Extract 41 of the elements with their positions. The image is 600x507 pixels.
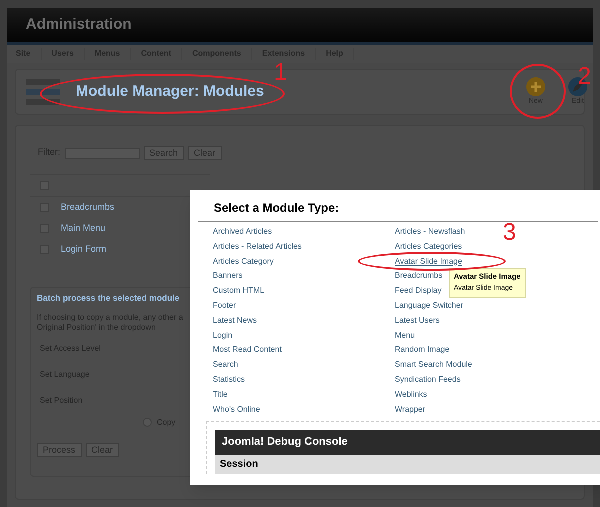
- module-type-link[interactable]: Search: [213, 359, 238, 370]
- module-type-link[interactable]: Banners: [213, 270, 243, 282]
- module-type-link[interactable]: Avatar Slide Image: [395, 256, 462, 267]
- modal-title: Select a Module Type:: [214, 201, 340, 215]
- header-title: Administration: [26, 14, 132, 35]
- annotation-ellipse: [510, 64, 566, 119]
- module-type-link[interactable]: Smart Search Module: [395, 359, 472, 370]
- module-type-link[interactable]: Footer: [213, 300, 236, 311]
- debug-console-title: Joomla! Debug Console: [222, 434, 348, 450]
- module-type-link[interactable]: Menu: [395, 330, 416, 341]
- module-type-link[interactable]: Weblinks: [395, 388, 428, 400]
- module-type-link[interactable]: Most Read Content: [213, 344, 282, 356]
- plus-icon: [526, 76, 546, 97]
- page-title: Module Manager: Modules: [76, 82, 264, 102]
- module-type-link[interactable]: Latest News: [213, 314, 258, 326]
- annotation-number: 2: [578, 64, 592, 90]
- module-link[interactable]: Main Menu: [61, 222, 106, 236]
- debug-section-title: Session: [220, 458, 258, 472]
- module-type-link[interactable]: Random Image: [395, 344, 450, 356]
- module-type-link[interactable]: Articles Categories: [395, 240, 462, 252]
- module-type-link[interactable]: Archived Articles: [213, 226, 272, 237]
- module-type-link[interactable]: Custom HTML: [213, 285, 265, 296]
- list-icon: [26, 77, 60, 107]
- module-type-link[interactable]: Articles Category: [213, 256, 274, 267]
- annotation-number: 3: [503, 220, 516, 246]
- module-type-link[interactable]: Syndication Feeds: [395, 374, 461, 385]
- module-type-link[interactable]: Who's Online: [213, 404, 260, 415]
- module-type-link[interactable]: Title: [213, 388, 228, 400]
- module-type-link[interactable]: Statistics: [213, 374, 246, 385]
- module-type-link[interactable]: Language Switcher: [395, 300, 464, 311]
- batch-legend: Batch process the selected module: [37, 292, 180, 305]
- module-type-link[interactable]: Login: [213, 330, 233, 341]
- module-type-link[interactable]: Articles - Newsflash: [395, 226, 466, 237]
- module-link[interactable]: Login Form: [61, 242, 107, 256]
- module-type-link[interactable]: Wrapper: [395, 404, 426, 415]
- module-link[interactable]: Breadcrumbs: [61, 200, 115, 214]
- module-type-link[interactable]: Articles - Related Articles: [213, 240, 302, 252]
- module-type-link[interactable]: Feed Display: [395, 285, 442, 296]
- module-type-link[interactable]: Breadcrumbs: [395, 270, 443, 282]
- module-type-link[interactable]: Latest Users: [395, 314, 440, 326]
- annotation-number: 1: [274, 60, 288, 86]
